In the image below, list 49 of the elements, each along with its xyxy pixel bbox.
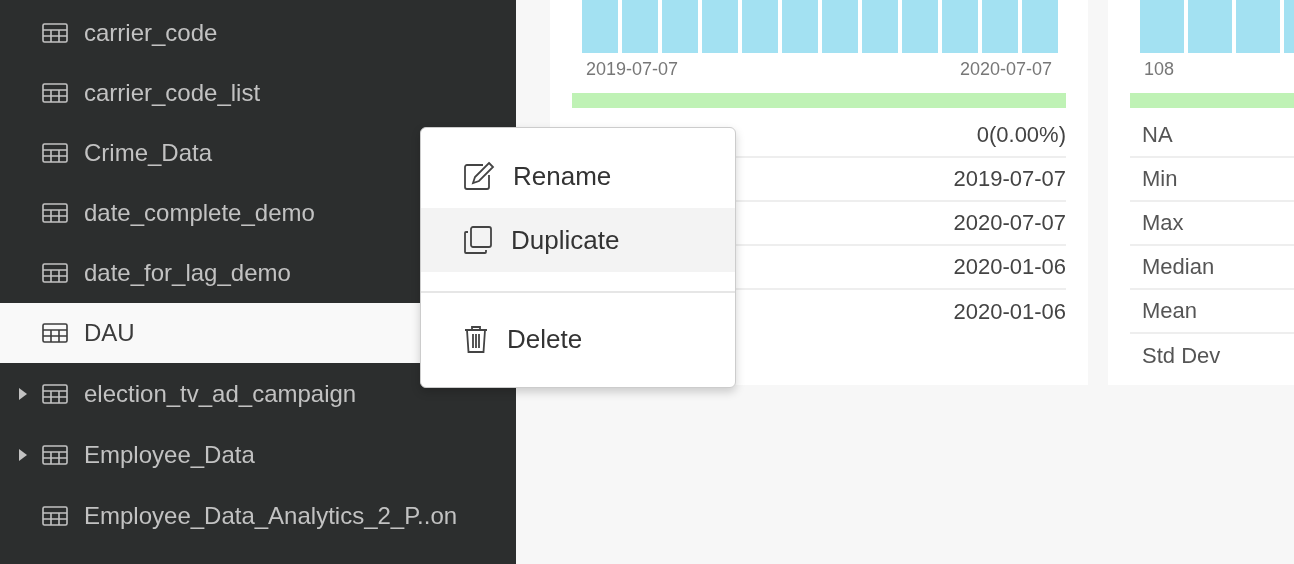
stat-value: 0(0.00%)	[976, 122, 1066, 148]
table-icon	[42, 444, 68, 465]
stat-label: NA	[1142, 122, 1173, 148]
caret-icon[interactable]	[18, 386, 28, 401]
histogram-bar	[822, 0, 858, 53]
histogram-bar	[1188, 0, 1232, 53]
table-icon	[42, 83, 68, 103]
stat-label: Mean	[1142, 298, 1198, 324]
histogram-bar	[622, 0, 658, 53]
table-icon	[42, 323, 68, 343]
axis-label: 2019-07-07	[586, 59, 679, 81]
menu-item[interactable]: Duplicate	[421, 208, 735, 272]
table-icon	[42, 505, 68, 526]
caret-icon[interactable]	[18, 447, 28, 462]
trash-icon	[463, 324, 489, 354]
table-icon	[42, 143, 68, 163]
histogram-bar	[662, 0, 698, 53]
stat-label: Min	[1142, 166, 1178, 192]
edit-icon	[463, 161, 495, 191]
sidebar-item[interactable]: carrier_code	[0, 3, 516, 63]
histogram-bar	[582, 0, 618, 53]
table-icon	[42, 23, 68, 43]
copy-icon	[463, 225, 493, 255]
stat-value: 2020-01-06	[953, 254, 1066, 280]
histogram-bar	[742, 0, 778, 53]
histogram-bar	[1140, 0, 1184, 53]
table-icon	[42, 203, 68, 223]
stat-label: Median	[1142, 254, 1215, 280]
stat-label: Std Dev	[1142, 343, 1221, 369]
histogram-bar	[1236, 0, 1280, 53]
sidebar-item[interactable]: carrier_code_list	[0, 63, 516, 123]
stat-value: 2019-07-07	[953, 166, 1066, 192]
histogram-bar	[1022, 0, 1058, 53]
histogram-bar	[702, 0, 738, 53]
axis-label: 108	[1144, 59, 1175, 81]
histogram-bar	[942, 0, 978, 53]
stat-value: 2020-01-06	[953, 299, 1066, 325]
stat-value: 2020-07-07	[953, 210, 1066, 236]
table-icon	[42, 263, 68, 283]
stat-label: Max	[1142, 210, 1184, 236]
histogram-bar	[902, 0, 938, 53]
table-icon	[42, 383, 68, 404]
histogram-bar	[982, 0, 1018, 53]
histogram-bar	[862, 0, 898, 53]
histogram-bar	[1284, 0, 1294, 53]
sidebar-item[interactable]: Employee_Data_Analytics_2_P..on	[0, 485, 516, 546]
histogram-bar	[782, 0, 818, 53]
sidebar-item[interactable]: Employee_Data	[0, 424, 516, 485]
axis-label: 2020-07-07	[959, 59, 1052, 81]
